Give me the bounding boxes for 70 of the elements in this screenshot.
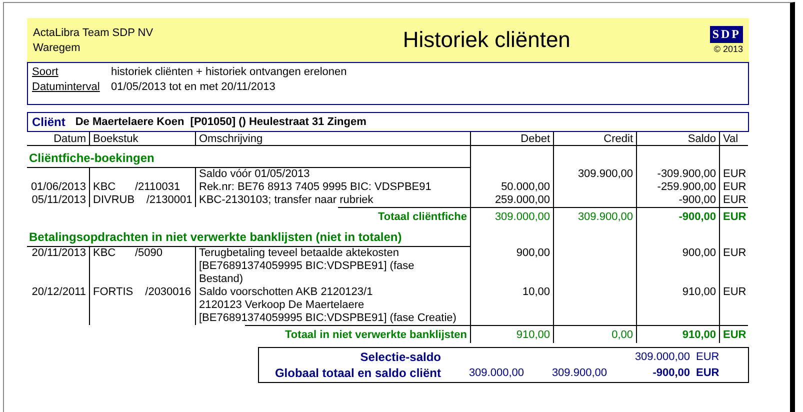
summary-currency: EUR	[695, 350, 720, 364]
summary-debit: 309.000,00	[468, 366, 525, 380]
balance-cell: -259.900,00	[636, 181, 719, 194]
summary-balance: -900,00	[652, 366, 691, 380]
journal-cell-text: FORTIS	[93, 286, 134, 300]
total-credit: 309.900,00	[553, 207, 636, 225]
total-label: Totaal in niet verwerkte banklijsten	[245, 325, 470, 343]
company-name: ActaLibra Team SDP NV	[33, 26, 154, 38]
balance-cell: -309.900,00	[636, 168, 719, 181]
section-title: Cliëntfiche-boekingen	[27, 146, 470, 168]
currency-cell: EUR	[719, 168, 748, 181]
filter-value: historiek cliënten + historiek ontvangen erelonen	[111, 66, 347, 78]
summary-currency: EUR	[695, 366, 720, 380]
debit-cell: 50.000,00	[470, 181, 553, 194]
debit-cell: 10,00	[470, 286, 553, 325]
report-title: Historiek cliënten	[402, 27, 572, 53]
description-cell: KBC-2130103; transfer naar rubriek	[195, 194, 470, 207]
summary-credit: 309.900,00	[550, 366, 608, 380]
total-debit: 309.000,00	[470, 207, 553, 225]
debit-cell: 900,00	[470, 247, 553, 286]
currency-cell: EUR	[719, 181, 748, 194]
client-label: Cliënt	[32, 115, 66, 129]
section-title: Betalingsopdrachten in niet verwerkte banklijsten (niet in totalen)	[27, 225, 470, 247]
credit-cell: 309.900,00	[553, 168, 636, 181]
summary-balance: 309.000,00	[634, 350, 691, 364]
total-balance: 910,00	[636, 325, 719, 343]
currency-cell: EUR	[719, 286, 748, 325]
journal-cell-text: KBC	[93, 247, 117, 261]
description-cell: Rek.nr: BE76 8913 7405 9995 BIC: VDSPBE91	[195, 181, 470, 194]
description-cell: Terugbetaling teveel betaalde aktekosten [BE76891374059995 BIC:VDSPBE91] (fase Bestand)	[195, 247, 470, 286]
column-header: Datum	[27, 132, 89, 146]
debit-cell: 259.000,00	[470, 194, 553, 207]
document-number: /2030016	[145, 286, 192, 300]
document-number: /2110031	[135, 181, 180, 194]
balance-cell: 910,00	[636, 286, 719, 325]
logo: SDP	[710, 26, 743, 43]
column-header: Boekstuk	[89, 132, 195, 146]
total-label: Totaal cliëntfiche	[338, 207, 470, 225]
column-header: Credit	[553, 132, 636, 146]
journal-cell: DIVRUB	[93, 194, 134, 207]
date-cell-text: 05/11/2013	[30, 194, 87, 207]
date-cell-text: 20/11/2013	[30, 247, 87, 261]
document-number: /5090	[135, 247, 164, 261]
currency-cell: EUR	[719, 194, 748, 207]
description-cell: Saldo vóór 01/05/2013	[195, 168, 470, 181]
date-cell-text: 01/06/2013	[30, 181, 87, 194]
balance-cell: -900,00	[636, 194, 719, 207]
filter-label: Soort	[32, 66, 60, 78]
company-name: Waregem	[33, 42, 82, 54]
column-header: Debet	[470, 132, 553, 146]
column-header: Saldo	[636, 132, 719, 146]
total-debit: 910,00	[470, 325, 553, 343]
filter-value: 01/05/2013 tot en met 20/11/2013	[111, 81, 276, 93]
filter-label: Datuminterval	[32, 81, 101, 93]
column-header: Val	[719, 132, 748, 146]
total-balance: -900,00	[636, 207, 719, 225]
client-name: De Maertelaere Koen [P01050] () Heulestraat 31 Zingem	[75, 116, 366, 128]
total-credit: 0,00	[553, 325, 636, 343]
date-cell-text: 20/12/2011	[30, 286, 87, 300]
summary-label: Globaal totaal en saldo cliënt	[274, 366, 442, 380]
description-cell: Saldo voorschotten AKB 2120123/1 2120123 Verkoop De Maertelaere [BE76891374059995 BIC:VDSPBE91] (fase Creatie)	[195, 286, 470, 325]
journal-cell-text: KBC	[93, 181, 117, 194]
currency-cell: EUR	[719, 247, 748, 286]
total-currency: EUR	[719, 325, 748, 343]
total-currency: EUR	[719, 207, 748, 225]
column-header: Omschrijving	[195, 132, 470, 146]
copyright: © 2013	[714, 44, 743, 54]
summary-label: Selectie-saldo	[359, 350, 442, 364]
document-number: /2130001	[146, 194, 192, 207]
balance-cell: 900,00	[636, 247, 719, 286]
